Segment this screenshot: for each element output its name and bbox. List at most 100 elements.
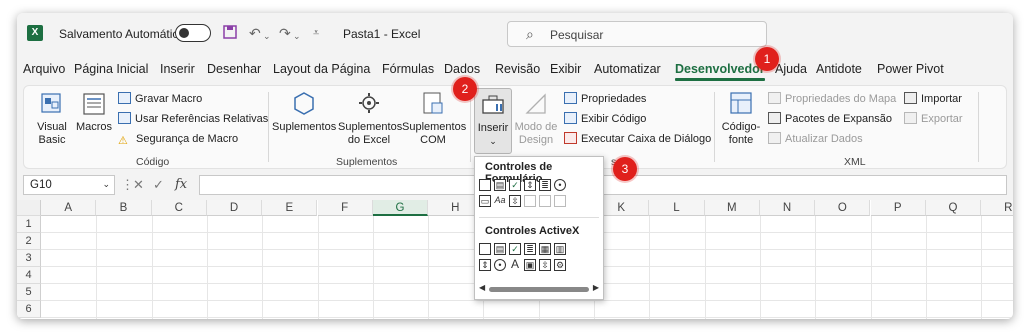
- column-header[interactable]: L: [649, 200, 705, 216]
- activex-button-icon[interactable]: [479, 243, 491, 255]
- codigo-fonte-button[interactable]: Código- fonte: [718, 90, 764, 147]
- row-header[interactable]: 6: [17, 301, 41, 318]
- column-header[interactable]: G: [372, 200, 429, 216]
- activex-spin-icon[interactable]: ⇕: [479, 259, 491, 271]
- atualizar-dados-button[interactable]: Atualizar Dados: [768, 132, 863, 146]
- activex-textbox-icon[interactable]: ≣: [524, 243, 536, 255]
- activex-scroll-icon[interactable]: ⇳: [539, 259, 551, 271]
- activex-checkbox-icon[interactable]: ✓: [509, 243, 521, 255]
- exibir-codigo-button[interactable]: Exibir Código: [564, 112, 646, 126]
- name-box[interactable]: G10 ⌄: [23, 175, 115, 195]
- name-box-dropdown-icon[interactable]: ⌄: [102, 179, 110, 190]
- insert-function-icon[interactable]: fx: [175, 177, 187, 192]
- column-header[interactable]: D: [206, 200, 263, 216]
- inserir-controls-button[interactable]: Inserir ⌄: [474, 88, 512, 154]
- undo-icon[interactable]: ↶: [249, 25, 261, 41]
- visual-basic-button[interactable]: Visual Basic: [32, 90, 72, 147]
- undo-dropdown-icon[interactable]: ⌄: [263, 28, 271, 44]
- propriedades-button[interactable]: Propriedades: [564, 92, 646, 106]
- activex-toggle-icon[interactable]: ▣: [524, 259, 536, 271]
- scroll-right-icon[interactable]: ▶: [593, 283, 599, 292]
- button-control-icon[interactable]: [479, 179, 491, 191]
- suplementos-button[interactable]: Suplementos: [272, 90, 336, 134]
- seguranca-de-macro-button[interactable]: ⚠ Segurança de Macro: [118, 132, 238, 147]
- suplementos-do-excel-button[interactable]: Suplementos do Excel: [338, 90, 402, 147]
- save-icon[interactable]: [223, 25, 237, 42]
- spin-button-icon[interactable]: ⇕: [524, 179, 536, 191]
- more-controls-icon[interactable]: ⚙: [554, 259, 566, 271]
- customize-toolbar-icon[interactable]: ⩡: [313, 25, 319, 41]
- suplementos-com-button[interactable]: Suplementos COM: [402, 90, 466, 147]
- select-all-corner[interactable]: [17, 200, 41, 216]
- column-header[interactable]: N: [759, 200, 816, 216]
- scroll-thumb[interactable]: [489, 287, 589, 292]
- usar-referencias-relativas-button[interactable]: Usar Referências Relativas: [118, 112, 268, 126]
- group-box-icon[interactable]: ▭: [479, 195, 491, 207]
- tab-pagina-inicial[interactable]: Página Inicial: [74, 62, 148, 76]
- checkbox-control-icon[interactable]: ✓: [509, 179, 521, 191]
- suplementos-label: Suplementos: [272, 121, 337, 133]
- tab-formulas[interactable]: Fórmulas: [382, 62, 434, 76]
- activex-combo-icon[interactable]: ▤: [494, 243, 506, 255]
- row-header[interactable]: 1: [17, 216, 41, 233]
- scroll-left-icon[interactable]: ◀: [479, 283, 485, 292]
- tab-power-pivot[interactable]: Power Pivot: [877, 62, 944, 76]
- text-field-icon[interactable]: [524, 195, 536, 207]
- tab-revisao[interactable]: Revisão: [495, 62, 540, 76]
- option-button-icon[interactable]: •: [554, 179, 566, 191]
- column-header[interactable]: M: [704, 200, 760, 216]
- modo-de-design-button[interactable]: Modo de Design: [514, 90, 558, 147]
- column-header[interactable]: F: [317, 200, 373, 216]
- confirm-icon[interactable]: ✓: [153, 177, 164, 193]
- combo-dropdown-edit-icon[interactable]: [554, 195, 566, 207]
- search-box[interactable]: ⌕ Pesquisar: [507, 21, 767, 47]
- activex-list-icon[interactable]: ▦: [539, 243, 551, 255]
- row-header[interactable]: 5: [17, 284, 41, 301]
- row-header[interactable]: 3: [17, 250, 41, 267]
- tab-antidote[interactable]: Antidote: [816, 62, 862, 76]
- tab-arquivo[interactable]: Arquivo: [23, 62, 65, 76]
- label-control-icon[interactable]: Aa: [494, 195, 506, 207]
- column-header[interactable]: A: [41, 200, 97, 216]
- row-header[interactable]: 2: [17, 233, 41, 250]
- redo-icon[interactable]: ↷: [279, 25, 291, 41]
- pacotes-de-expansao-button[interactable]: Pacotes de Expansão: [768, 112, 892, 126]
- activex-image-icon[interactable]: ▥: [554, 243, 566, 255]
- tab-desenhar[interactable]: Desenhar: [207, 62, 261, 76]
- combo-box-icon[interactable]: ▤: [494, 179, 506, 191]
- list-box-icon[interactable]: ≣: [539, 179, 551, 191]
- tab-desenvolvedor[interactable]: Desenvolvedor: [675, 62, 765, 81]
- combo-list-edit-icon[interactable]: [539, 195, 551, 207]
- gravar-macro-button[interactable]: Gravar Macro: [118, 92, 202, 106]
- macros-button[interactable]: Macros: [74, 90, 114, 134]
- activex-option-icon[interactable]: •: [494, 259, 506, 271]
- activex-controls-title: Controles ActiveX: [485, 225, 580, 237]
- column-header[interactable]: R: [981, 200, 1013, 216]
- executar-caixa-de-dialogo-button[interactable]: Executar Caixa de Diálogo: [564, 132, 711, 146]
- row-header[interactable]: 4: [17, 267, 41, 284]
- column-header[interactable]: B: [96, 200, 152, 216]
- propriedades-do-mapa-button[interactable]: Propriedades do Mapa: [768, 92, 896, 106]
- column-header[interactable]: Q: [925, 200, 982, 216]
- importar-button[interactable]: Importar: [904, 92, 962, 106]
- tab-dados[interactable]: Dados: [444, 62, 480, 76]
- column-header[interactable]: O: [815, 200, 871, 216]
- activex-label-icon[interactable]: A: [509, 258, 521, 271]
- tab-layout-da-pagina[interactable]: Layout da Página: [273, 62, 370, 76]
- scroll-bar-icon[interactable]: ⇳: [509, 195, 521, 207]
- tab-ajuda[interactable]: Ajuda: [775, 62, 807, 76]
- insert-controls-dropdown: Controles de Formulário ▤✓⇕≣• ▭Aa⇳ Contr…: [474, 156, 604, 300]
- exportar-button[interactable]: Exportar: [904, 112, 963, 126]
- activex-controls-row-2: ⇕ • A ▣ ⇳ ⚙: [479, 258, 569, 273]
- column-header[interactable]: C: [151, 200, 207, 216]
- redo-dropdown-icon[interactable]: ⌄: [293, 28, 301, 44]
- tab-exibir[interactable]: Exibir: [550, 62, 581, 76]
- tab-automatizar[interactable]: Automatizar: [594, 62, 661, 76]
- tab-inserir[interactable]: Inserir: [160, 62, 195, 76]
- column-header[interactable]: E: [262, 200, 318, 216]
- dropdown-scrollbar[interactable]: ◀ ▶: [479, 283, 599, 293]
- column-header[interactable]: P: [870, 200, 926, 216]
- autosave-toggle[interactable]: [175, 24, 211, 42]
- cancel-icon[interactable]: ✕: [133, 177, 144, 193]
- name-box-value: G10: [30, 179, 52, 191]
